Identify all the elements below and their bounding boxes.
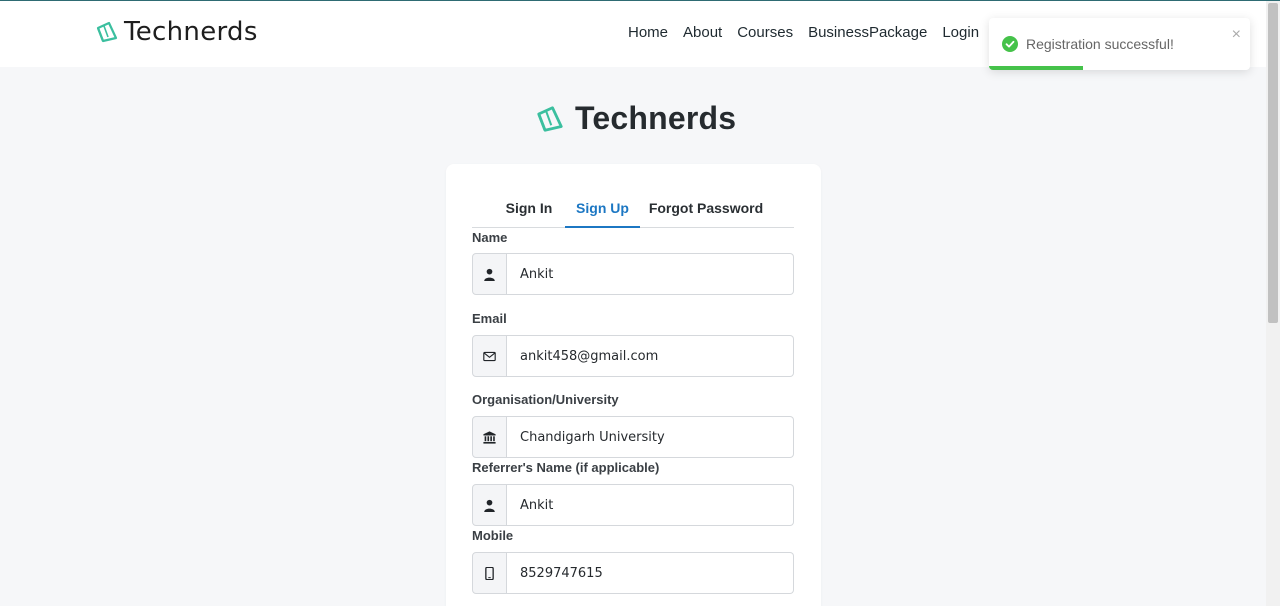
nav-about[interactable]: About	[683, 24, 722, 41]
page-scrollbar[interactable]	[1266, 1, 1280, 606]
email-input-group	[472, 335, 794, 377]
organisation-input-group	[472, 416, 794, 458]
name-label: Name	[472, 230, 508, 245]
nav-home[interactable]: Home	[628, 24, 668, 41]
page-logo: Technerds	[535, 100, 736, 137]
mobile-input-group	[472, 552, 794, 594]
auth-tabs: Sign In Sign Up Forgot Password	[472, 190, 794, 228]
referrer-input[interactable]	[507, 484, 794, 526]
mobile-input[interactable]	[507, 552, 794, 594]
mobile-label: Mobile	[472, 528, 514, 543]
brand-icon	[96, 21, 118, 43]
main-nav: Home About Courses BusinessPackage Login	[628, 24, 994, 41]
nav-login[interactable]: Login	[942, 24, 979, 41]
building-icon	[483, 430, 496, 444]
user-icon	[484, 268, 495, 281]
email-addon	[472, 335, 507, 377]
toast-progress-bar	[989, 66, 1083, 70]
organisation-label: Organisation/University	[472, 392, 619, 407]
nav-courses[interactable]: Courses	[737, 24, 793, 41]
brand-name: Technerds	[124, 17, 258, 47]
brand-icon	[537, 105, 563, 132]
email-label: Email	[472, 311, 507, 326]
tab-sign-up[interactable]: Sign Up	[565, 190, 640, 228]
check-circle-icon	[1002, 36, 1018, 52]
name-input[interactable]	[507, 253, 794, 295]
referrer-label: Referrer's Name (if applicable)	[472, 460, 660, 475]
tab-sign-in[interactable]: Sign In	[496, 190, 562, 228]
organisation-input[interactable]	[507, 416, 794, 458]
page-logo-text: Technerds	[575, 100, 737, 136]
name-addon	[472, 253, 507, 295]
scrollbar-thumb[interactable]	[1268, 3, 1278, 323]
mobile-addon	[472, 552, 507, 594]
mobile-icon	[485, 566, 494, 580]
referrer-addon	[472, 484, 507, 526]
email-input[interactable]	[507, 335, 794, 377]
organisation-addon	[472, 416, 507, 458]
user-icon	[484, 499, 495, 512]
toast-close-button[interactable]: ×	[1232, 26, 1241, 44]
success-toast: Registration successful! ×	[989, 18, 1250, 70]
name-input-group	[472, 253, 794, 295]
nav-business-package[interactable]: BusinessPackage	[808, 24, 927, 41]
tab-forgot-password[interactable]: Forgot Password	[648, 190, 764, 228]
envelope-icon	[483, 351, 496, 361]
referrer-input-group	[472, 484, 794, 526]
brand-logo[interactable]: Technerds	[95, 15, 258, 49]
auth-card: Sign In Sign Up Forgot Password Name Ema…	[446, 164, 821, 606]
toast-message: Registration successful!	[1026, 36, 1174, 52]
